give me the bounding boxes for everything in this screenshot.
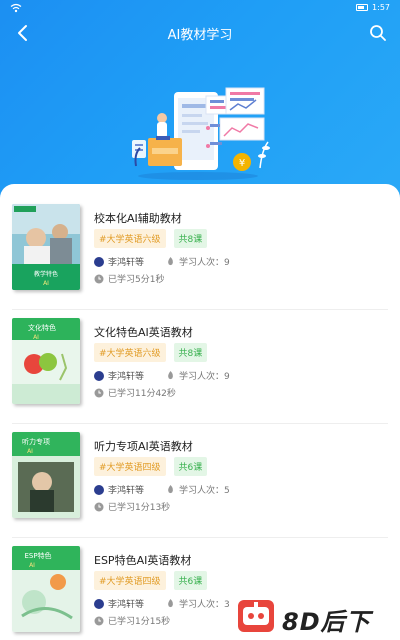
svg-text:听力专项: 听力专项 <box>22 437 50 446</box>
course-cover-3: 听力专项 AI <box>12 432 80 518</box>
lesson-count-tag: 共6课 <box>173 571 208 590</box>
lesson-count-tag: 共8课 <box>173 343 208 362</box>
svg-text:AI: AI <box>43 280 49 287</box>
author-avatar <box>94 370 104 381</box>
course-title: ESP特色AI英语教材 <box>94 554 192 567</box>
study-time: 已学习5分1秒 <box>108 275 165 285</box>
level-tag: #大学英语六级 <box>94 229 166 248</box>
svg-text:¥: ¥ <box>239 158 245 169</box>
clock-icon <box>94 388 104 397</box>
course-title: 校本化AI辅助教材 <box>94 212 182 225</box>
learner-count: 学习人次：3 <box>179 600 230 610</box>
learner-count: 学习人次：9 <box>179 258 230 268</box>
page-title: AI教材学习 <box>167 28 233 43</box>
clock-icon <box>94 616 104 625</box>
clock-icon <box>94 502 104 511</box>
level-tag: #大学英语四级 <box>94 571 166 590</box>
learners-icon <box>168 257 173 266</box>
course-card-2[interactable]: 文化特色 AI 文化特色AI英语教材 #大学英语六级 共8课 李鸿轩等 学习人次… <box>12 318 388 424</box>
watermark-logo: 8D后下载 <box>238 600 390 636</box>
learners-icon <box>168 599 173 608</box>
learners-icon <box>168 371 173 380</box>
wifi-icon <box>10 3 22 13</box>
cover-esp-icon: ESP特色 AI <box>12 546 80 632</box>
robot-logo-icon <box>238 600 274 632</box>
divider <box>12 309 388 310</box>
course-title: 文化特色AI英语教材 <box>94 326 193 339</box>
divider <box>12 423 388 424</box>
learners-icon <box>168 485 173 494</box>
cover-listening-icon: 听力专项 AI <box>12 432 80 518</box>
course-title: 听力专项AI英语教材 <box>94 440 193 453</box>
author-avatar <box>94 256 104 267</box>
author-name: 李鸿轩等 <box>108 600 145 610</box>
svg-text:AI: AI <box>33 334 39 341</box>
course-cover-1: 教学特色 AI <box>12 204 80 290</box>
svg-text:AI: AI <box>29 562 35 569</box>
svg-text:ESP特色: ESP特色 <box>24 551 51 560</box>
level-tag: #大学英语四级 <box>94 457 166 476</box>
author-name: 李鸿轩等 <box>108 258 145 268</box>
study-time: 已学习11分42秒 <box>108 389 176 399</box>
author-avatar <box>94 598 104 609</box>
course-card-3[interactable]: 听力专项 AI 听力专项AI英语教材 #大学英语四级 共6课 李鸿轩等 学习人次… <box>12 432 388 538</box>
cover-culture-icon: 文化特色 AI <box>12 318 80 404</box>
watermark-text: 8D后下载 <box>282 608 371 636</box>
svg-text:教学特色: 教学特色 <box>34 270 58 278</box>
svg-text:文化特色: 文化特色 <box>28 323 56 332</box>
lesson-count-tag: 共6课 <box>173 457 208 476</box>
author-name: 李鸿轩等 <box>108 486 145 496</box>
search-icon[interactable] <box>368 23 388 43</box>
status-bar: 1:57 <box>0 0 400 16</box>
learner-count: 学习人次：9 <box>179 372 230 382</box>
learner-count: 学习人次：5 <box>179 486 230 496</box>
level-tag: #大学英语六级 <box>94 343 166 362</box>
course-cover-4: ESP特色 AI <box>12 546 80 632</box>
author-name: 李鸿轩等 <box>108 372 145 382</box>
battery-icon <box>356 4 369 11</box>
cover-photo-icon: 教学特色 AI <box>12 204 80 290</box>
status-time: 1:57 <box>372 3 390 12</box>
author-avatar <box>94 484 104 495</box>
svg-text:AI: AI <box>27 448 33 455</box>
course-card-1[interactable]: 教学特色 AI 校本化AI辅助教材 #大学英语六级 共8课 李鸿轩等 学习人次：… <box>12 204 388 310</box>
study-time: 已学习1分13秒 <box>108 503 171 513</box>
learning-illustration-icon: ¥ <box>132 87 270 180</box>
course-list: 教学特色 AI 校本化AI辅助教材 #大学英语六级 共8课 李鸿轩等 学习人次：… <box>0 184 400 640</box>
course-cover-2: 文化特色 AI <box>12 318 80 404</box>
lesson-count-tag: 共8课 <box>173 229 208 248</box>
header-banner: 1:57 AI教材学习 ¥ <box>0 0 400 200</box>
study-time: 已学习1分15秒 <box>108 617 171 627</box>
nav-bar: AI教材学习 <box>0 18 400 48</box>
divider <box>12 537 388 538</box>
clock-icon <box>94 274 104 283</box>
